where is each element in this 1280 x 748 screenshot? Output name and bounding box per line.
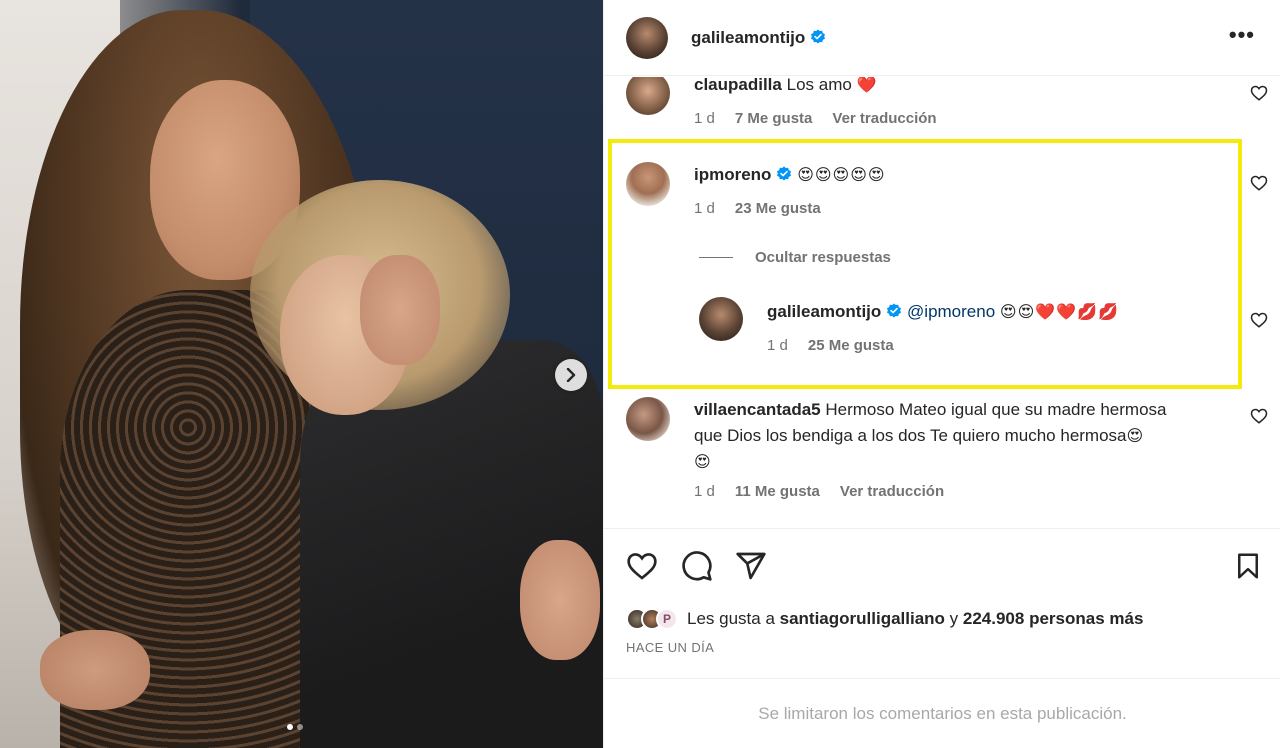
comment-body-line1: Hermoso Mateo igual que su madre hermosa (825, 400, 1167, 419)
comment-meta: 1 d 11 Me gusta Ver traducción (694, 483, 944, 500)
likes-count[interactable]: 224.908 personas más (963, 609, 1144, 628)
liker-username[interactable]: santiagorulligalliano (780, 609, 945, 628)
comment-age: 1 d (767, 337, 788, 354)
like-comment-icon[interactable] (1250, 407, 1268, 425)
divider-line (699, 257, 733, 258)
verified-badge-icon (811, 29, 826, 43)
comment-emoji: ❤️ (856, 77, 878, 94)
comments-limited-notice: Se limitaron los comentarios en esta pub… (604, 678, 1280, 748)
post-date[interactable]: HACE UN DÍA (626, 640, 714, 655)
post-side-panel: galileamontijo ••• claupadilla Los amo ❤… (603, 0, 1280, 748)
translate-link[interactable]: Ver traducción (840, 483, 944, 500)
liker-avatar[interactable]: P (656, 608, 678, 630)
comment-text: galileamontijo @ipmoreno 😍😍❤️❤️💋💋 (767, 299, 1119, 325)
comment-likes[interactable]: 11 Me gusta (735, 483, 820, 500)
likes-summary: P Les gusta a santiagorulligalliano y 22… (626, 608, 1143, 630)
comment-likes[interactable]: 25 Me gusta (808, 337, 894, 354)
comment-meta: 1 d 23 Me gusta (694, 200, 821, 217)
comment-text: ipmoreno 😍😍😍😍😍 (694, 162, 886, 188)
like-heart-icon[interactable] (626, 550, 658, 582)
comment-likes[interactable]: 7 Me gusta (735, 110, 813, 127)
comment-meta: 1 d 7 Me gusta Ver traducción (694, 110, 937, 127)
carousel-next-button[interactable] (555, 359, 587, 391)
comment-username[interactable]: villaencantada5 (694, 400, 821, 419)
comment-username[interactable]: claupadilla (694, 77, 782, 94)
post-header: galileamontijo ••• (604, 0, 1280, 76)
mention-link[interactable]: @ipmoreno (907, 302, 995, 321)
share-send-icon[interactable] (735, 550, 767, 582)
comment-item: villaencantada5 Hermoso Mateo igual que … (604, 397, 1280, 507)
comment-text: claupadilla Los amo ❤️ (694, 77, 877, 98)
woman-hand (360, 255, 440, 365)
woman-hand-lower (520, 540, 600, 660)
verified-badge-icon (777, 166, 792, 181)
comment-age: 1 d (694, 110, 715, 127)
avatar[interactable] (626, 162, 670, 206)
verified-badge-icon (887, 303, 902, 318)
likes-text: Les gusta a santiagorulligalliano y 224.… (687, 609, 1143, 629)
avatar[interactable] (626, 77, 670, 115)
comment-username[interactable]: galileamontijo (767, 302, 881, 321)
like-comment-icon[interactable] (1250, 311, 1268, 329)
comment-emoji: 😍 (1126, 426, 1145, 445)
comment-meta: 1 d 25 Me gusta (767, 337, 894, 354)
translate-link[interactable]: Ver traducción (832, 110, 936, 127)
header-username[interactable]: galileamontijo (691, 28, 826, 48)
comment-likes[interactable]: 23 Me gusta (735, 200, 821, 217)
likes-prefix: Les gusta a (687, 609, 780, 628)
comment-age: 1 d (694, 200, 715, 217)
carousel-dot-active (287, 724, 293, 730)
comment-body-line2: que Dios los bendiga a los dos Te quiero… (694, 426, 1127, 445)
avatar[interactable] (626, 16, 668, 59)
carousel-indicator (287, 724, 303, 730)
comment-emoji: 😍😍❤️❤️💋💋 (999, 302, 1119, 321)
post-photo[interactable] (0, 0, 603, 748)
avatar[interactable] (699, 297, 743, 341)
comments-list: claupadilla Los amo ❤️ 1 d 7 Me gusta Ve… (604, 77, 1280, 527)
comment-item: claupadilla Los amo ❤️ 1 d 7 Me gusta Ve… (604, 77, 1280, 137)
comment-text: villaencantada5 Hermoso Mateo igual que … (694, 397, 1234, 475)
like-comment-icon[interactable] (1250, 84, 1268, 102)
comment-bubble-icon[interactable] (681, 550, 713, 582)
woman-hand-left (40, 630, 150, 710)
reply-item: galileamontijo @ipmoreno 😍😍❤️❤️💋💋 1 d 25… (604, 287, 1280, 367)
comment-body: Los amo (786, 77, 857, 94)
like-comment-icon[interactable] (1250, 174, 1268, 192)
comment-username[interactable]: ipmoreno (694, 165, 771, 184)
header-username-text[interactable]: galileamontijo (691, 28, 805, 47)
bookmark-save-icon[interactable] (1233, 550, 1263, 582)
comment-emoji-line3: 😍 (694, 452, 712, 471)
comment-emoji: 😍😍😍😍😍 (797, 165, 886, 184)
carousel-dot (297, 724, 303, 730)
likes-middle: y (944, 609, 963, 628)
comment-item: ipmoreno 😍😍😍😍😍 1 d 23 Me gusta (604, 152, 1280, 222)
hide-replies-label[interactable]: Ocultar respuestas (755, 249, 891, 266)
post-action-bar (604, 528, 1280, 581)
more-options-button[interactable]: ••• (1229, 24, 1255, 46)
avatar[interactable] (626, 397, 670, 441)
chevron-right-icon (566, 368, 576, 382)
comment-age: 1 d (694, 483, 715, 500)
hide-replies-button[interactable]: Ocultar respuestas (699, 249, 891, 266)
